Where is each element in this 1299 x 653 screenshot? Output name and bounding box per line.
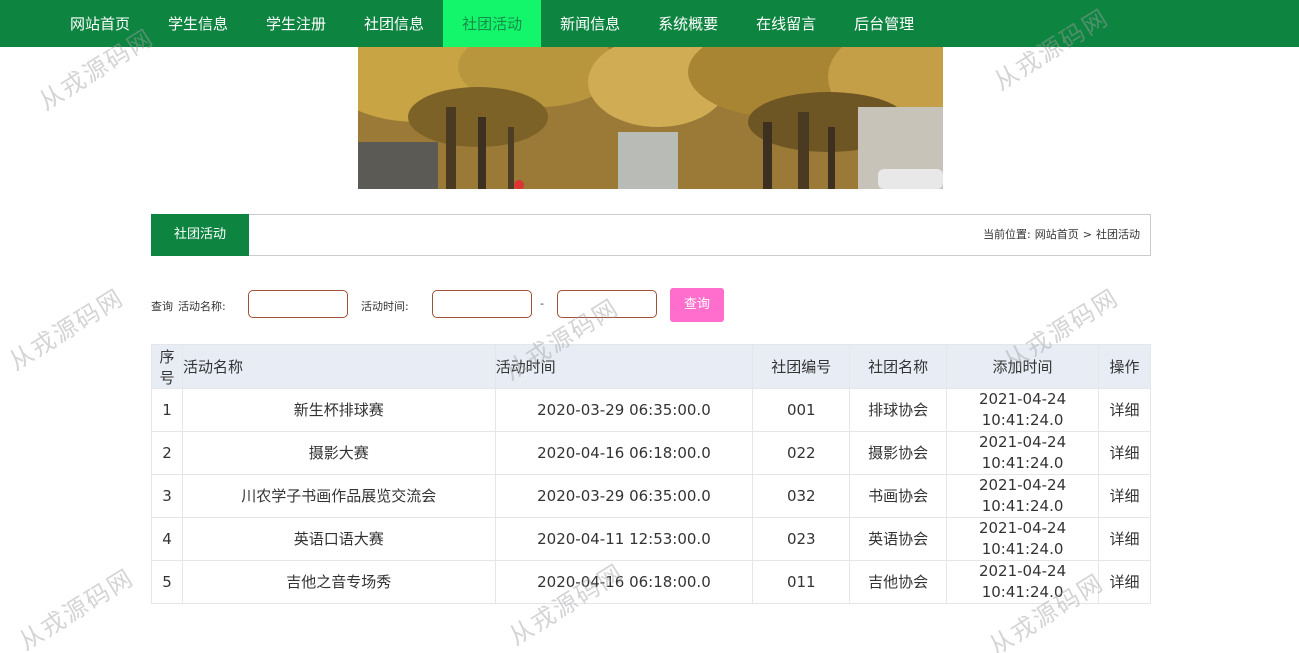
cell-activity-time: 2020-04-11 12:53:00.0 bbox=[494, 517, 754, 561]
added-clock: 10:41:24.0 bbox=[981, 583, 1064, 601]
cell-club-number: 001 bbox=[752, 388, 851, 432]
activity-table: 序号 活动名称 活动时间 社团编号 社团名称 添加时间 操作 1 新生杯排球赛 … bbox=[151, 344, 1151, 604]
cell-added-time: 2021-04-24 10:41:24.0 bbox=[946, 431, 1100, 475]
time-range-dash: - bbox=[540, 297, 544, 310]
watermark: 从戎源码网 bbox=[13, 563, 139, 653]
cell-activity-name: 新生杯排球赛 bbox=[181, 388, 496, 432]
cell-club-number: 023 bbox=[752, 517, 851, 561]
search-label: 查询 bbox=[151, 300, 173, 313]
cell-index: 2 bbox=[151, 431, 183, 475]
added-date: 2021-04-24 bbox=[978, 519, 1067, 537]
detail-link[interactable]: 详细 bbox=[1098, 388, 1151, 432]
section-header: 社团活动 当前位置: 网站首页 > 社团活动 bbox=[151, 214, 1151, 256]
header-club-name: 社团名称 bbox=[849, 344, 948, 389]
breadcrumb-home-link[interactable]: 网站首页 bbox=[1035, 215, 1079, 255]
activity-time-to-input[interactable] bbox=[557, 290, 657, 318]
section-title-tab: 社团活动 bbox=[151, 214, 249, 256]
activity-name-label: 活动名称: bbox=[178, 300, 226, 313]
top-nav: 网站首页 学生信息 学生注册 社团信息 社团活动 新闻信息 系统概要 在线留言 … bbox=[0, 0, 1299, 47]
cell-activity-name: 摄影大赛 bbox=[181, 431, 496, 475]
detail-link[interactable]: 详细 bbox=[1098, 560, 1151, 604]
header-operation: 操作 bbox=[1098, 344, 1151, 389]
added-date: 2021-04-24 bbox=[978, 562, 1067, 580]
header-activity-name: 活动名称 bbox=[181, 344, 496, 389]
cell-club-number: 032 bbox=[752, 474, 851, 518]
cell-index: 3 bbox=[151, 474, 183, 518]
nav-item-news[interactable]: 新闻信息 bbox=[541, 0, 639, 47]
cell-added-time: 2021-04-24 10:41:24.0 bbox=[946, 517, 1100, 561]
added-date: 2021-04-24 bbox=[978, 476, 1067, 494]
detail-link[interactable]: 详细 bbox=[1098, 474, 1151, 518]
detail-link[interactable]: 详细 bbox=[1098, 517, 1151, 561]
header-activity-time: 活动时间 bbox=[494, 344, 754, 389]
added-date: 2021-04-24 bbox=[978, 390, 1067, 408]
breadcrumb-current: 社团活动 bbox=[1096, 228, 1140, 241]
breadcrumb: 当前位置: 网站首页 > 社团活动 bbox=[983, 215, 1140, 255]
banner-illustration bbox=[358, 47, 943, 189]
cell-added-time: 2021-04-24 10:41:24.0 bbox=[946, 474, 1100, 518]
added-clock: 10:41:24.0 bbox=[981, 411, 1064, 429]
breadcrumb-separator: > bbox=[1082, 228, 1092, 241]
activity-time-from-input[interactable] bbox=[432, 290, 532, 318]
header-index: 序号 bbox=[151, 344, 183, 389]
cell-index: 1 bbox=[151, 388, 183, 432]
cell-activity-time: 2020-03-29 06:35:00.0 bbox=[494, 388, 754, 432]
cell-club-name: 书画协会 bbox=[849, 474, 948, 518]
added-clock: 10:41:24.0 bbox=[981, 497, 1064, 515]
added-date: 2021-04-24 bbox=[978, 433, 1067, 451]
cell-club-name: 吉他协会 bbox=[849, 560, 948, 604]
table-row: 5 吉他之音专场秀 2020-04-16 06:18:00.0 011 吉他协会… bbox=[151, 560, 1151, 604]
nav-item-register[interactable]: 学生注册 bbox=[247, 0, 345, 47]
activity-name-input[interactable] bbox=[248, 290, 348, 318]
cell-club-number: 022 bbox=[752, 431, 851, 475]
search-button[interactable]: 查询 bbox=[670, 288, 724, 322]
nav-item-messages[interactable]: 在线留言 bbox=[737, 0, 835, 47]
cell-activity-time: 2020-04-16 06:18:00.0 bbox=[494, 431, 754, 475]
cell-activity-name: 英语口语大赛 bbox=[181, 517, 496, 561]
nav-item-admin[interactable]: 后台管理 bbox=[835, 0, 933, 47]
cell-activity-time: 2020-04-16 06:18:00.0 bbox=[494, 560, 754, 604]
activity-time-label: 活动时间: bbox=[361, 300, 409, 313]
cell-activity-time: 2020-03-29 06:35:00.0 bbox=[494, 474, 754, 518]
cell-activity-name: 吉他之音专场秀 bbox=[181, 560, 496, 604]
added-clock: 10:41:24.0 bbox=[981, 454, 1064, 472]
cell-index: 5 bbox=[151, 560, 183, 604]
nav-item-clubs[interactable]: 社团信息 bbox=[345, 0, 443, 47]
table-header-row: 序号 活动名称 活动时间 社团编号 社团名称 添加时间 操作 bbox=[151, 344, 1151, 389]
banner-image bbox=[358, 47, 943, 189]
cell-club-number: 011 bbox=[752, 560, 851, 604]
cell-club-name: 英语协会 bbox=[849, 517, 948, 561]
cell-activity-name: 川农学子书画作品展览交流会 bbox=[181, 474, 496, 518]
table-row: 1 新生杯排球赛 2020-03-29 06:35:00.0 001 排球协会 … bbox=[151, 388, 1151, 432]
nav-item-overview[interactable]: 系统概要 bbox=[639, 0, 737, 47]
watermark: 从戎源码网 bbox=[3, 283, 129, 376]
added-clock: 10:41:24.0 bbox=[981, 540, 1064, 558]
breadcrumb-prefix: 当前位置: bbox=[983, 228, 1031, 241]
detail-link[interactable]: 详细 bbox=[1098, 431, 1151, 475]
header-added-time: 添加时间 bbox=[946, 344, 1100, 389]
cell-added-time: 2021-04-24 10:41:24.0 bbox=[946, 560, 1100, 604]
nav-item-activities[interactable]: 社团活动 bbox=[443, 0, 542, 47]
cell-club-name: 摄影协会 bbox=[849, 431, 948, 475]
nav-item-students[interactable]: 学生信息 bbox=[149, 0, 247, 47]
table-row: 4 英语口语大赛 2020-04-11 12:53:00.0 023 英语协会 … bbox=[151, 517, 1151, 561]
table-row: 3 川农学子书画作品展览交流会 2020-03-29 06:35:00.0 03… bbox=[151, 474, 1151, 518]
table-row: 2 摄影大赛 2020-04-16 06:18:00.0 022 摄影协会 20… bbox=[151, 431, 1151, 475]
cell-index: 4 bbox=[151, 517, 183, 561]
nav-item-home[interactable]: 网站首页 bbox=[51, 0, 149, 47]
nav-menu: 网站首页 学生信息 学生注册 社团信息 社团活动 新闻信息 系统概要 在线留言 … bbox=[51, 0, 933, 47]
cell-added-time: 2021-04-24 10:41:24.0 bbox=[946, 388, 1100, 432]
header-club-number: 社团编号 bbox=[752, 344, 851, 389]
cell-club-name: 排球协会 bbox=[849, 388, 948, 432]
